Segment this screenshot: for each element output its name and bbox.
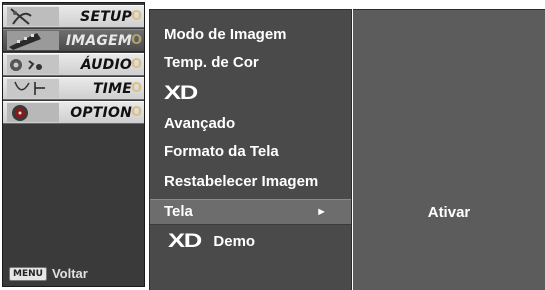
side-item-label: SETUP: [80, 9, 132, 25]
side-item-tail: O: [130, 33, 142, 48]
film-strip-icon: [7, 31, 59, 50]
side-item-label: TIME: [92, 81, 132, 97]
sub-item-xd-demo[interactable]: XD Demo: [150, 229, 351, 255]
side-item-time[interactable]: TIME O: [3, 77, 144, 100]
clock-icon: [7, 79, 59, 98]
side-item-imagem[interactable]: IMAGEM O: [3, 29, 144, 52]
side-item-tail: O: [130, 57, 142, 72]
side-menu: SETUP O IMAGEM O ÁUDIO O TIME O OPTION O…: [2, 2, 145, 287]
sub-menu: Modo de Imagem Temp. de Cor XD Avançado …: [149, 9, 352, 290]
value-panel: Ativar: [353, 9, 545, 290]
side-item-tail: O: [130, 105, 142, 120]
menu-key-icon: MENU: [9, 266, 47, 281]
sub-item-xd[interactable]: XD: [150, 81, 351, 107]
side-item-label: IMAGEM: [65, 33, 132, 49]
side-item-tail: O: [130, 81, 142, 96]
option-ativar[interactable]: Ativar: [353, 204, 545, 221]
xd-logo: XD: [164, 83, 198, 105]
back-hint[interactable]: MENU Voltar: [9, 266, 88, 281]
sub-item-label: Demo: [213, 233, 256, 250]
side-item-option[interactable]: OPTION O: [3, 101, 144, 124]
sub-item-tela[interactable]: Tela ►: [150, 199, 351, 225]
arrow-right-icon: ►: [316, 206, 327, 218]
side-item-tail: O: [130, 9, 142, 24]
back-label: Voltar: [51, 266, 88, 281]
side-item-setup[interactable]: SETUP O: [3, 5, 144, 28]
speaker-icon: [7, 55, 59, 74]
sub-item-label: Tela: [164, 203, 193, 220]
satellite-dish-icon: [7, 7, 59, 26]
sub-item-temp-de-cor[interactable]: Temp. de Cor: [150, 50, 351, 76]
sub-item-modo-de-imagem[interactable]: Modo de Imagem: [150, 22, 351, 48]
option-disc-icon: [7, 103, 59, 122]
side-item-label: ÁUDIO: [80, 57, 132, 73]
sub-item-formato-da-tela[interactable]: Formato da Tela: [150, 139, 351, 165]
sub-item-avancado[interactable]: Avançado: [150, 111, 351, 137]
side-item-audio[interactable]: ÁUDIO O: [3, 53, 144, 76]
xd-logo: XD: [168, 231, 202, 253]
side-item-label: OPTION: [70, 105, 132, 121]
sub-item-restabelecer-imagem[interactable]: Restabelecer Imagem: [150, 169, 351, 195]
